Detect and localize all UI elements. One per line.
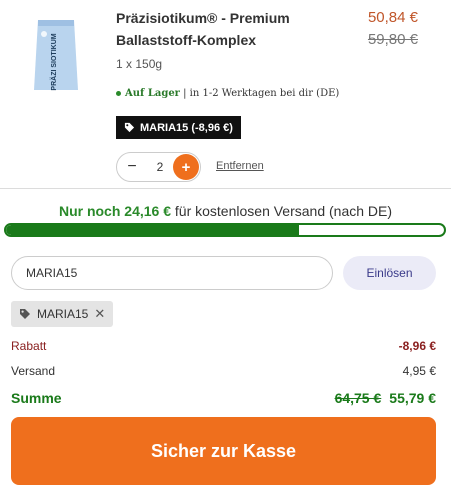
stock-detail: | in 1-2 Werktagen bei dir (DE)	[179, 88, 340, 99]
quantity-value[interactable]: 2	[147, 160, 173, 174]
free-shipping-message: Nur noch 24,16 € für kostenlosen Versand…	[0, 203, 451, 219]
free-shipping-suffix: für kostenlosen Versand (nach DE)	[171, 203, 393, 219]
pack-label: PRÄZI SIOTIKUM	[50, 33, 58, 90]
tag-icon	[20, 309, 30, 319]
free-shipping-progress	[4, 223, 446, 237]
discount-label: Rabatt	[11, 339, 47, 353]
remove-coupon-icon[interactable]: ✕	[94, 306, 105, 322]
free-shipping-prefix: Nur noch	[58, 203, 125, 219]
total-row: Summe 64,75 € 55,79 €	[11, 390, 436, 406]
quantity-decrease-button[interactable]: −	[117, 158, 147, 176]
shipping-value: 4,95 €	[402, 364, 436, 378]
total-current: 55,79 €	[389, 390, 436, 406]
free-shipping-amount: 24,16 €	[124, 203, 172, 219]
discount-row: Rabatt -8,96 €	[11, 339, 436, 353]
coupon-input[interactable]	[11, 256, 333, 290]
applied-coupon-chip: MARIA15 ✕	[11, 301, 114, 327]
stock-label: Auf Lager	[125, 88, 180, 99]
price-original: 59,80 €	[367, 31, 418, 48]
checkout-button[interactable]: Sicher zur Kasse	[11, 417, 436, 485]
product-name[interactable]: Präzisiotikum® - Premium Ballaststoff-Ko…	[116, 7, 326, 51]
stock-status: Auf Lager | in 1-2 Werktagen bei dir (DE…	[116, 88, 339, 99]
product-image: PRÄZI SIOTIKUM	[34, 20, 78, 91]
applied-coupon-code: MARIA15	[37, 307, 89, 321]
divider	[0, 188, 451, 189]
shipping-label: Versand	[11, 364, 56, 378]
promo-badge-label: MARIA15 (-8,96 €)	[140, 121, 233, 134]
stock-dot-icon	[116, 91, 121, 96]
total-original: 64,75 €	[334, 390, 382, 406]
price-current: 50,84 €	[367, 9, 418, 26]
product-variant: 1 x 150g	[116, 57, 163, 71]
promo-badge: MARIA15 (-8,96 €)	[116, 116, 241, 139]
redeem-button[interactable]: Einlösen	[343, 256, 436, 290]
remove-item-link[interactable]: Entfernen	[216, 160, 264, 172]
progress-fill	[6, 225, 300, 235]
shipping-row: Versand 4,95 €	[11, 364, 436, 378]
discount-value: -8,96 €	[398, 339, 436, 353]
quantity-stepper: − 2 +	[116, 152, 201, 182]
total-label: Summe	[11, 390, 62, 406]
quantity-increase-button[interactable]: +	[173, 154, 199, 180]
cart-item: PRÄZI SIOTIKUM Präzisiotikum® - Premium …	[0, 0, 451, 188]
tag-icon	[124, 122, 135, 133]
